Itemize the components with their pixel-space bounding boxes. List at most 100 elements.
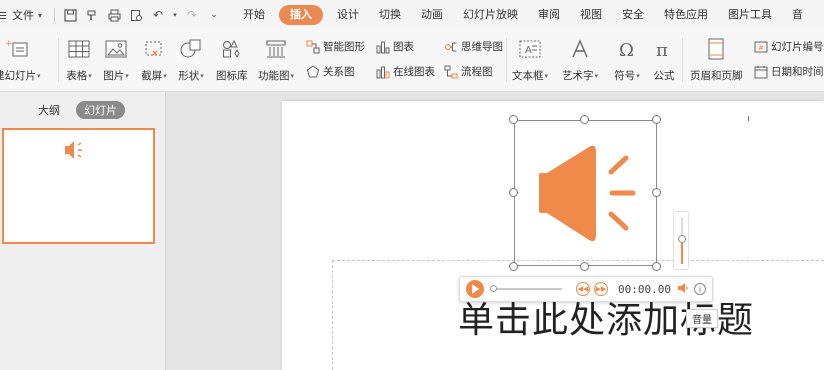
tab-insert[interactable]: 插入 xyxy=(279,5,324,25)
chevron-down-icon: ▾ xyxy=(125,71,129,80)
progress-track[interactable] xyxy=(490,285,562,292)
resize-handle-ne[interactable] xyxy=(652,115,661,124)
screenshot-button[interactable]: 截屏 ▾ xyxy=(141,36,167,83)
file-menu-label: 文件 xyxy=(12,9,34,22)
formula-button[interactable]: π 公式 xyxy=(651,36,677,83)
svg-text:Ω: Ω xyxy=(619,40,634,59)
slide-number-label: 幻灯片编号 xyxy=(771,41,824,53)
online-chart-button[interactable]: 在线图表 xyxy=(376,64,435,79)
format-painter-icon[interactable] xyxy=(83,6,101,24)
smart-graphic-button[interactable]: 智能图形 xyxy=(306,39,365,54)
resize-handle-nw[interactable] xyxy=(509,115,518,124)
print-preview-icon[interactable] xyxy=(127,6,145,24)
resize-handle-sw[interactable] xyxy=(509,262,518,271)
tab-slides[interactable]: 幻灯片 xyxy=(76,101,125,119)
chevron-down-icon: ▾ xyxy=(38,10,43,20)
mind-map-label: 思维导图 xyxy=(461,41,503,53)
file-menu[interactable]: 文件 ▾ xyxy=(12,7,42,23)
symbol-label: 符号 xyxy=(614,70,636,82)
tab-slideshow[interactable]: 幻灯片放映 xyxy=(453,5,528,25)
volume-icon[interactable] xyxy=(677,282,689,297)
online-chart-icon xyxy=(376,65,390,79)
icon-library-icon xyxy=(219,36,245,62)
resize-handle-se[interactable] xyxy=(652,262,661,271)
text-box-button[interactable]: A 文本框 ▾ xyxy=(512,36,548,83)
picture-button[interactable]: 图片 ▾ xyxy=(103,36,129,83)
table-label: 表格 xyxy=(66,70,88,82)
resize-handle-e[interactable] xyxy=(652,188,661,197)
tab-features[interactable]: 特色应用 xyxy=(654,5,718,25)
header-footer-button[interactable]: 页眉和页脚 xyxy=(690,36,743,83)
table-button[interactable]: 表格 ▾ xyxy=(66,36,92,83)
chevron-down-icon: ▾ xyxy=(163,71,167,80)
chevron-down-icon[interactable]: ▾ xyxy=(171,6,179,24)
online-chart-label: 在线图表 xyxy=(393,66,435,78)
rewind-button[interactable]: ◀◀ xyxy=(576,282,590,296)
tab-outline[interactable]: 大纲 xyxy=(30,101,68,119)
volume-tooltip: 音量 xyxy=(686,309,718,328)
tab-home[interactable]: 开始 xyxy=(233,5,275,25)
tab-review[interactable]: 审阅 xyxy=(528,5,570,25)
rotation-line xyxy=(748,116,749,121)
calendar-icon xyxy=(754,65,768,79)
tab-transitions[interactable]: 切换 xyxy=(369,5,411,25)
tab-audio-tools[interactable]: 音 xyxy=(782,5,813,25)
save-icon[interactable] xyxy=(61,6,79,24)
chevron-down-icon: ▾ xyxy=(88,71,92,80)
word-art-button[interactable]: 艺术字 ▾ xyxy=(562,36,598,83)
text-box-icon: A xyxy=(517,36,543,62)
chevron-down-icon: ▾ xyxy=(37,71,41,80)
audio-object[interactable] xyxy=(514,120,657,266)
progress-knob[interactable] xyxy=(490,285,497,292)
undo-icon[interactable]: ↶ xyxy=(149,6,167,24)
speaker-icon xyxy=(64,140,86,163)
symbol-button[interactable]: Ω 符号 ▾ xyxy=(614,36,640,83)
tab-view[interactable]: 视图 xyxy=(570,5,612,25)
slide-thumbnail[interactable] xyxy=(2,128,155,244)
mind-map-icon xyxy=(444,40,458,54)
new-slide-button[interactable]: + 建幻灯片▾ xyxy=(0,36,41,83)
resize-handle-w[interactable] xyxy=(509,188,518,197)
menu-icon[interactable] xyxy=(0,11,10,19)
tab-animations[interactable]: 动画 xyxy=(411,5,453,25)
picture-icon xyxy=(103,36,129,62)
redo-icon[interactable]: ↷ xyxy=(183,6,201,24)
tab-design[interactable]: 设计 xyxy=(327,5,369,25)
function-chart-icon xyxy=(263,36,289,62)
volume-slider[interactable] xyxy=(673,211,689,270)
flowchart-label: 流程图 xyxy=(461,66,493,78)
relation-chart-button[interactable]: 关系图 xyxy=(306,64,355,79)
pi-formula-icon: π xyxy=(651,36,677,62)
divider xyxy=(54,8,56,22)
resize-handle-s[interactable] xyxy=(580,262,589,271)
mind-map-button[interactable]: 思维导图 xyxy=(444,39,503,54)
chart-button[interactable]: 图表 xyxy=(376,39,414,54)
tab-security[interactable]: 安全 xyxy=(612,5,654,25)
panel-tabs: 大纲 幻灯片 xyxy=(30,101,125,119)
date-time-button[interactable]: 日期和时间 xyxy=(754,64,824,79)
info-icon[interactable]: i xyxy=(693,283,706,295)
flowchart-icon xyxy=(444,65,458,79)
icon-library-label: 图标库 xyxy=(216,70,248,82)
quick-access-toolbar: ↶ ▾ ↷ ⌄ xyxy=(52,6,223,24)
formula-label: 公式 xyxy=(653,70,675,82)
volume-knob[interactable] xyxy=(678,234,686,243)
icon-library-button[interactable]: 图标库 xyxy=(216,36,248,83)
forward-button[interactable]: ▶▶ xyxy=(594,282,608,296)
play-button[interactable] xyxy=(466,280,484,298)
flowchart-button[interactable]: 流程图 xyxy=(444,64,493,79)
audio-player-bar: ◀◀ ▶▶ 00:00.00 i xyxy=(459,276,713,302)
customize-toolbar-icon[interactable]: ⌄ xyxy=(205,6,223,24)
slide-panel: 大纲 幻灯片 xyxy=(0,92,166,370)
function-chart-button[interactable]: 功能图 ▾ xyxy=(258,36,294,83)
print-icon[interactable] xyxy=(105,6,123,24)
resize-handle-n[interactable] xyxy=(580,115,589,124)
tab-picture-tools[interactable]: 图片工具 xyxy=(718,5,782,25)
shape-button[interactable]: 形状 ▾ xyxy=(178,36,204,83)
smart-graphic-icon xyxy=(306,40,320,54)
function-chart-label: 功能图 xyxy=(258,70,290,82)
slide-number-button[interactable]: # 幻灯片编号 xyxy=(754,39,824,54)
picture-label: 图片 xyxy=(103,70,125,82)
relation-chart-icon xyxy=(306,64,320,79)
smart-graphic-label: 智能图形 xyxy=(323,41,365,53)
